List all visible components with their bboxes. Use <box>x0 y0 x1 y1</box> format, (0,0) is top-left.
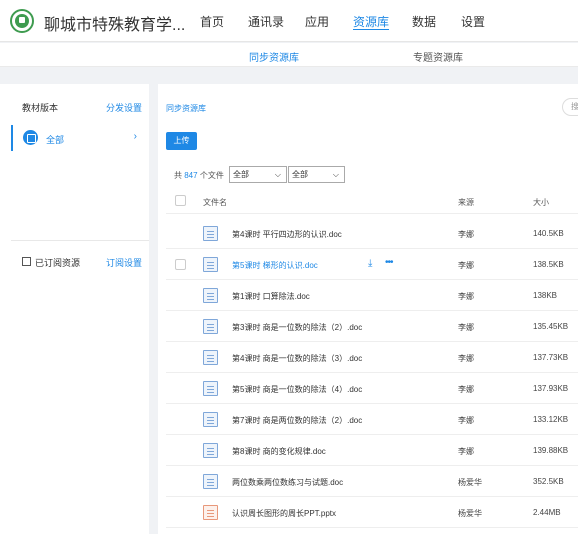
table-row[interactable]: 第5课时 商是一位数的除法（4）.doc 李娜 137.93KB <box>166 373 578 404</box>
sub-nav: 同步资源库 专题资源库 <box>0 43 578 67</box>
file-size: 140.5KB <box>533 229 564 238</box>
filter-select-1-value: 全部 <box>233 170 249 179</box>
file-doc-icon <box>203 288 218 303</box>
nav-home[interactable]: 首页 <box>200 13 224 30</box>
dropdown-arrow-icon: ⌵ <box>274 170 281 179</box>
subscribe-icon <box>22 257 31 266</box>
file-doc-icon <box>203 474 218 489</box>
table-row[interactable]: 第7课时 商是两位数的除法（2）.doc 李娜 133.12KB <box>166 404 578 435</box>
nav-settings[interactable]: 设置 <box>461 13 485 30</box>
nav-apps[interactable]: 应用 <box>305 13 329 30</box>
file-doc-icon <box>203 443 218 458</box>
top-bar: 聊城市特殊教育学... 首页 通讯录 应用 资源库 数据 设置 <box>0 0 578 42</box>
file-source: 李娜 <box>458 385 474 394</box>
sidebar: 教材版本 分发设置 全部 › 已订阅资源 订阅设置 <box>0 84 149 534</box>
main-panel: 同步资源库 搜 上传 共 847 个文件 全部 ⌵ 全部 ⌵ 文件名 来源 大小… <box>158 84 578 534</box>
file-doc-icon <box>203 412 218 427</box>
nav-resources[interactable]: 资源库 <box>353 13 389 30</box>
file-size: 2.44MB <box>533 508 561 517</box>
subscribe-settings-link[interactable]: 订阅设置 <box>106 256 142 269</box>
book-icon <box>23 130 38 145</box>
file-doc-icon <box>203 257 218 272</box>
table-row[interactable]: 第5课时 梯形的认识.doc ⤓ ••• 李娜 138.5KB <box>166 249 578 280</box>
file-source: 李娜 <box>458 447 474 456</box>
file-size: 138.5KB <box>533 260 564 269</box>
file-name[interactable]: 两位数乘两位数练习与试题.doc <box>232 477 343 488</box>
file-size: 352.5KB <box>533 477 564 486</box>
file-source: 李娜 <box>458 354 474 363</box>
filter-select-1[interactable]: 全部 ⌵ <box>229 166 287 183</box>
file-doc-icon <box>203 350 218 365</box>
distribute-settings-link[interactable]: 分发设置 <box>106 101 142 114</box>
column-header-size: 大小 <box>533 198 549 207</box>
file-ppt-icon <box>203 505 218 520</box>
column-header-source: 来源 <box>458 198 474 207</box>
upload-button[interactable]: 上传 <box>166 132 197 150</box>
sidebar-item-all-label: 全部 <box>46 135 65 145</box>
file-count: 共 847 个文件 <box>174 170 224 181</box>
table-row[interactable]: 认识周长图形的周长PPT.pptx 杨爱华 2.44MB <box>166 497 578 528</box>
file-source: 李娜 <box>458 292 474 301</box>
textbook-version-label: 教材版本 <box>22 103 59 113</box>
subscribed-resources-label[interactable]: 已订阅资源 <box>35 256 80 269</box>
sidebar-item-all[interactable]: 全部 › <box>11 125 149 151</box>
filter-select-2-value: 全部 <box>292 170 308 179</box>
count-suffix: 个文件 <box>199 171 224 180</box>
nav-data[interactable]: 数据 <box>412 13 436 30</box>
file-name[interactable]: 第7课时 商是两位数的除法（2）.doc <box>232 415 362 426</box>
column-header-name: 文件名 <box>203 198 227 207</box>
file-name[interactable]: 第4课时 商是一位数的除法（3）.doc <box>232 353 362 364</box>
file-source: 李娜 <box>458 230 474 239</box>
file-size: 137.93KB <box>533 384 569 393</box>
file-name[interactable]: 第8课时 商的变化规律.doc <box>232 446 326 457</box>
file-size: 135.45KB <box>533 322 569 331</box>
more-icon[interactable]: ••• <box>385 257 393 268</box>
logo-icon <box>10 9 34 33</box>
select-all-checkbox[interactable] <box>175 195 186 206</box>
tab-sync-library[interactable]: 同步资源库 <box>249 49 299 64</box>
file-source: 李娜 <box>458 261 474 270</box>
table-row[interactable]: 第8课时 商的变化规律.doc 李娜 139.88KB <box>166 435 578 466</box>
breadcrumb[interactable]: 同步资源库 <box>166 103 206 114</box>
file-name[interactable]: 第5课时 梯形的认识.doc <box>232 260 318 271</box>
file-name[interactable]: 第5课时 商是一位数的除法（4）.doc <box>232 384 362 395</box>
file-doc-icon <box>203 319 218 334</box>
sidebar-divider <box>11 240 149 241</box>
file-size: 139.88KB <box>533 446 569 455</box>
file-name[interactable]: 第3课时 商是一位数的除法（2）.doc <box>232 322 362 333</box>
file-size: 137.73KB <box>533 353 569 362</box>
table-row[interactable]: 第3课时 商是一位数的除法（2）.doc 李娜 135.45KB <box>166 311 578 342</box>
table-row[interactable]: 第1课时 口算除法.doc 李娜 138KB <box>166 280 578 311</box>
dropdown-arrow-icon: ⌵ <box>332 170 339 179</box>
file-source: 李娜 <box>458 323 474 332</box>
file-size: 133.12KB <box>533 415 569 424</box>
file-doc-icon <box>203 381 218 396</box>
file-name[interactable]: 第1课时 口算除法.doc <box>232 291 310 302</box>
nav-contacts[interactable]: 通讯录 <box>248 13 284 30</box>
table-header: 文件名 来源 大小 <box>166 188 578 214</box>
filter-select-2[interactable]: 全部 ⌵ <box>288 166 345 183</box>
table-row[interactable]: 两位数乘两位数练习与试题.doc 杨爱华 352.5KB <box>166 466 578 497</box>
file-name[interactable]: 认识周长图形的周长PPT.pptx <box>232 508 336 519</box>
file-source: 杨爱华 <box>458 509 482 518</box>
file-source: 杨爱华 <box>458 478 482 487</box>
file-name[interactable]: 第4课时 平行四边形的认识.doc <box>232 229 342 240</box>
download-icon[interactable]: ⤓ <box>368 258 372 269</box>
table-row[interactable]: 第4课时 平行四边形的认识.doc 李娜 140.5KB <box>166 218 578 249</box>
table-row[interactable]: 第4课时 商是一位数的除法（3）.doc 李娜 137.73KB <box>166 342 578 373</box>
file-source: 李娜 <box>458 416 474 425</box>
app-name: 聊城市特殊教育学... <box>44 17 186 34</box>
search-pill[interactable]: 搜 <box>562 98 578 116</box>
file-doc-icon <box>203 226 218 241</box>
chevron-right-icon: › <box>133 131 137 142</box>
file-size: 138KB <box>533 291 558 300</box>
row-checkbox[interactable] <box>175 259 186 270</box>
count-value: 847 <box>184 171 198 180</box>
tab-topic-library[interactable]: 专题资源库 <box>413 49 463 64</box>
count-prefix: 共 <box>174 171 182 180</box>
